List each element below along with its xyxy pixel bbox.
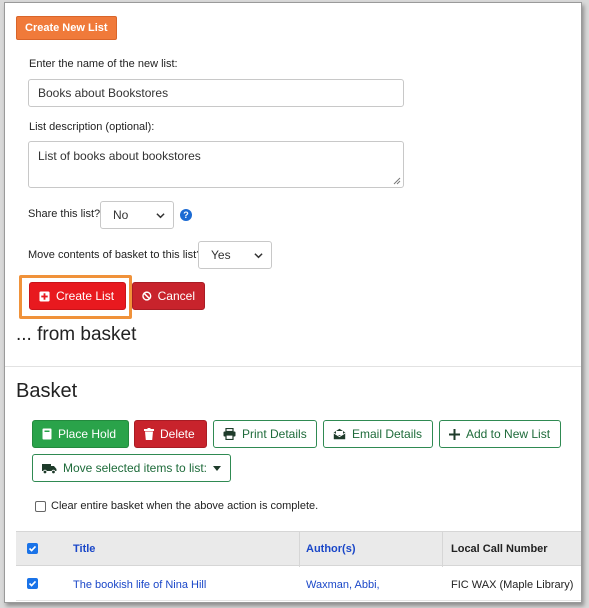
- call-number-column-header: Local Call Number: [451, 543, 548, 555]
- move-contents-value: Yes: [211, 248, 231, 262]
- list-name-label: Enter the name of the new list:: [29, 58, 178, 70]
- section-divider: [5, 366, 581, 367]
- row-checkbox[interactable]: [27, 578, 38, 589]
- list-description-label: List description (optional):: [29, 121, 155, 133]
- email-details-button[interactable]: Email Details: [323, 420, 433, 448]
- trash-icon: [144, 428, 154, 440]
- basket-heading: Basket: [16, 380, 78, 402]
- move-contents-label: Move contents of basket to this list?: [28, 249, 203, 261]
- ban-icon: [142, 291, 152, 301]
- help-icon[interactable]: ?: [180, 209, 192, 221]
- delete-label: Delete: [160, 427, 195, 441]
- plus-icon: [449, 428, 460, 440]
- share-list-label: Share this list?: [28, 208, 101, 220]
- truck-icon: [42, 463, 57, 474]
- place-hold-button[interactable]: Place Hold: [32, 420, 129, 448]
- cancel-button[interactable]: Cancel: [132, 282, 205, 310]
- row-title-link[interactable]: The bookish life of Nina Hill: [73, 579, 206, 591]
- list-description-text: List of books about bookstores: [38, 149, 201, 163]
- book-icon: [42, 428, 52, 440]
- title-column-header[interactable]: Title: [73, 543, 95, 555]
- plus-square-icon: [39, 290, 50, 302]
- checkbox-icon: [28, 580, 37, 587]
- add-to-new-list-button[interactable]: Add to New List: [439, 420, 561, 448]
- clear-basket-label: Clear entire basket when the above actio…: [51, 500, 319, 512]
- print-details-button[interactable]: Print Details: [213, 420, 317, 448]
- add-to-new-list-label: Add to New List: [466, 427, 551, 441]
- row-call-number: FIC WAX (Maple Library): [451, 579, 574, 591]
- create-new-list-button[interactable]: Create New List: [16, 16, 117, 40]
- clear-basket-checkbox[interactable]: [35, 501, 46, 512]
- share-list-select[interactable]: No: [100, 201, 174, 229]
- list-description-textarea[interactable]: List of books about bookstores: [28, 141, 404, 188]
- page-frame: Create New List Enter the name of the ne…: [4, 2, 582, 603]
- chevron-down-icon: [254, 253, 263, 259]
- select-all-checkbox[interactable]: [27, 543, 38, 554]
- place-hold-label: Place Hold: [58, 427, 117, 441]
- move-selected-items-dropdown[interactable]: Move selected items to list:: [32, 454, 231, 482]
- checkbox-icon: [28, 545, 37, 552]
- move-selected-label: Move selected items to list:: [62, 461, 208, 475]
- chevron-down-icon: [156, 213, 165, 219]
- from-basket-heading: ... from basket: [16, 324, 137, 345]
- move-contents-select[interactable]: Yes: [198, 241, 272, 269]
- authors-column-header[interactable]: Author(s): [306, 543, 356, 555]
- email-icon: [333, 428, 346, 440]
- print-icon: [223, 428, 236, 440]
- share-list-value: No: [113, 208, 129, 222]
- email-details-label: Email Details: [352, 427, 423, 441]
- create-list-label: Create List: [56, 289, 115, 303]
- row-author-link[interactable]: Waxman, Abbi,: [306, 579, 380, 591]
- create-list-button[interactable]: Create List: [29, 282, 126, 310]
- list-name-input[interactable]: Books about Bookstores: [28, 79, 404, 107]
- cancel-label: Cancel: [157, 289, 195, 303]
- print-details-label: Print Details: [242, 427, 307, 441]
- chevron-down-icon: [213, 465, 221, 471]
- resize-handle-icon[interactable]: [393, 177, 401, 185]
- delete-button[interactable]: Delete: [134, 420, 207, 448]
